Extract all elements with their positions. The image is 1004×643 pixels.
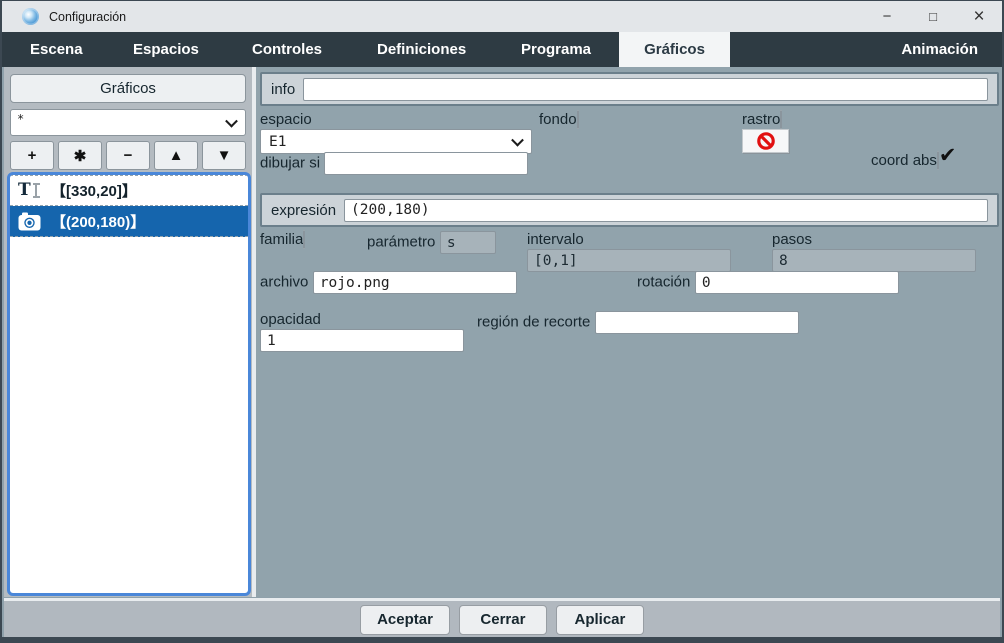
graphics-filter-select[interactable]: * — [10, 109, 246, 136]
rotacion-input[interactable] — [694, 271, 899, 294]
graphics-list-toolbar: + ✱ − ▲ ▼ — [10, 141, 246, 170]
chevron-down-icon — [511, 133, 524, 147]
opacidad-group: opacidad — [260, 311, 470, 352]
familia-group: familia — [260, 230, 360, 265]
graphic-properties-panel: info espacio E1 fondo rastro dibujar si … — [256, 67, 1002, 597]
file-row: archivo rotación — [260, 271, 999, 305]
archivo-group: archivo — [260, 271, 630, 305]
move-up-button[interactable]: ▲ — [154, 141, 198, 170]
rastro-group: rastro — [742, 110, 999, 153]
tab-graficos-active[interactable]: Gráficos — [619, 32, 730, 67]
tab-definiciones[interactable]: Definiciones — [377, 32, 466, 67]
pasos-input — [772, 249, 976, 272]
opacity-row: opacidad región de recorte — [260, 311, 999, 352]
list-item-label: 【(200,180)】 — [51, 213, 146, 231]
configuration-dialog: Configuración − □ × Escena Espacios Cont… — [0, 0, 1004, 643]
region-recorte-input[interactable] — [594, 311, 799, 334]
coord-abs-group: coord abs ✔ — [871, 145, 999, 186]
aceptar-button[interactable]: Aceptar — [360, 604, 450, 635]
dibujar-si-group: dibujar si — [260, 152, 864, 186]
tab-controles[interactable]: Controles — [252, 32, 322, 67]
info-row: info — [260, 72, 999, 106]
parametro-group: parámetro — [367, 231, 520, 265]
espacio-value: E1 — [269, 133, 287, 150]
rotacion-label: rotación — [637, 273, 691, 291]
archivo-input[interactable] — [312, 271, 517, 294]
move-down-button[interactable]: ▼ — [202, 141, 246, 170]
window-title: Configuración — [49, 9, 127, 24]
intervalo-group: intervalo — [527, 231, 765, 272]
dialog-footer: Aceptar Cerrar Aplicar — [4, 601, 1000, 638]
espacio-select[interactable]: E1 — [260, 129, 532, 154]
window-bottom-edge — [2, 637, 1002, 643]
expression-row: expresión — [260, 193, 999, 227]
pasos-label: pasos — [772, 231, 813, 248]
familia-label: familia — [260, 231, 304, 248]
list-item-text-graphic[interactable]: T 【[330,20]】 — [10, 175, 248, 206]
tab-bar: Escena Espacios Controles Definiciones P… — [2, 32, 1002, 67]
info-input[interactable] — [303, 77, 988, 101]
region-recorte-label: región de recorte — [477, 313, 591, 331]
info-label: info — [271, 80, 296, 98]
graphics-list-panel: Gráficos * + ✱ − ▲ ▼ T 【[330,20]】 【(200,… — [4, 67, 252, 597]
graphics-list: T 【[330,20]】 【(200,180)】 — [7, 172, 251, 596]
graphics-filter-value: * — [17, 112, 25, 126]
rastro-label: rastro — [742, 111, 781, 128]
intervalo-input — [527, 249, 731, 272]
opacidad-label: opacidad — [260, 311, 321, 328]
add-graphic-button[interactable]: + — [10, 141, 54, 170]
tab-escena[interactable]: Escena — [30, 32, 83, 67]
tab-animacion[interactable]: Animación — [901, 32, 978, 67]
espacio-label: espacio — [260, 111, 312, 128]
region-recorte-group: región de recorte — [477, 311, 999, 345]
tab-programa[interactable]: Programa — [521, 32, 591, 67]
family-row: familia parámetro intervalo pasos — [260, 230, 999, 272]
duplicate-graphic-button[interactable]: ✱ — [58, 141, 102, 170]
opacidad-input[interactable] — [260, 329, 464, 352]
camera-icon — [18, 212, 42, 231]
tab-espacios[interactable]: Espacios — [133, 32, 199, 67]
clear-trace-button[interactable] — [742, 129, 789, 153]
rotacion-group: rotación — [637, 271, 999, 305]
check-icon: ✔ — [938, 144, 957, 167]
pasos-group: pasos — [772, 231, 999, 272]
app-logo-icon — [22, 8, 39, 25]
list-item-image-graphic-selected[interactable]: 【(200,180)】 — [10, 206, 248, 237]
fondo-group: fondo — [539, 110, 735, 145]
window-controls: − □ × — [864, 1, 1002, 32]
expresion-label: expresión — [271, 201, 337, 219]
parametro-input — [439, 231, 496, 254]
espacio-group: espacio E1 — [260, 111, 532, 154]
fondo-label: fondo — [539, 111, 577, 128]
dibujar-si-label: dibujar si — [260, 154, 321, 172]
list-item-label: 【[330,20]】 — [51, 183, 137, 200]
coord-abs-checkbox[interactable]: ✔ — [936, 145, 956, 170]
fondo-checkbox[interactable] — [576, 110, 579, 129]
space-row: espacio E1 fondo rastro — [260, 110, 999, 154]
aplicar-button[interactable]: Aplicar — [555, 604, 644, 635]
maximize-button[interactable]: □ — [910, 1, 956, 32]
cerrar-button[interactable]: Cerrar — [458, 604, 547, 635]
rastro-checkbox[interactable] — [780, 110, 783, 129]
graphics-panel-header: Gráficos — [10, 74, 246, 103]
no-entry-icon — [756, 132, 775, 150]
close-button[interactable]: × — [956, 1, 1002, 32]
remove-graphic-button[interactable]: − — [106, 141, 150, 170]
intervalo-label: intervalo — [527, 231, 584, 248]
familia-checkbox[interactable] — [303, 230, 306, 249]
archivo-label: archivo — [260, 273, 309, 291]
expresion-input[interactable] — [344, 198, 988, 222]
minimize-button[interactable]: − — [864, 1, 910, 32]
dibujar-si-input[interactable] — [324, 152, 529, 175]
chevron-down-icon — [225, 114, 238, 128]
text-graphic-icon: T — [18, 182, 42, 199]
coord-abs-label: coord abs — [871, 152, 937, 169]
parametro-label: parámetro — [367, 233, 436, 251]
draw-if-row: dibujar si coord abs ✔ — [260, 145, 999, 186]
title-bar: Configuración − □ × — [2, 1, 1002, 32]
